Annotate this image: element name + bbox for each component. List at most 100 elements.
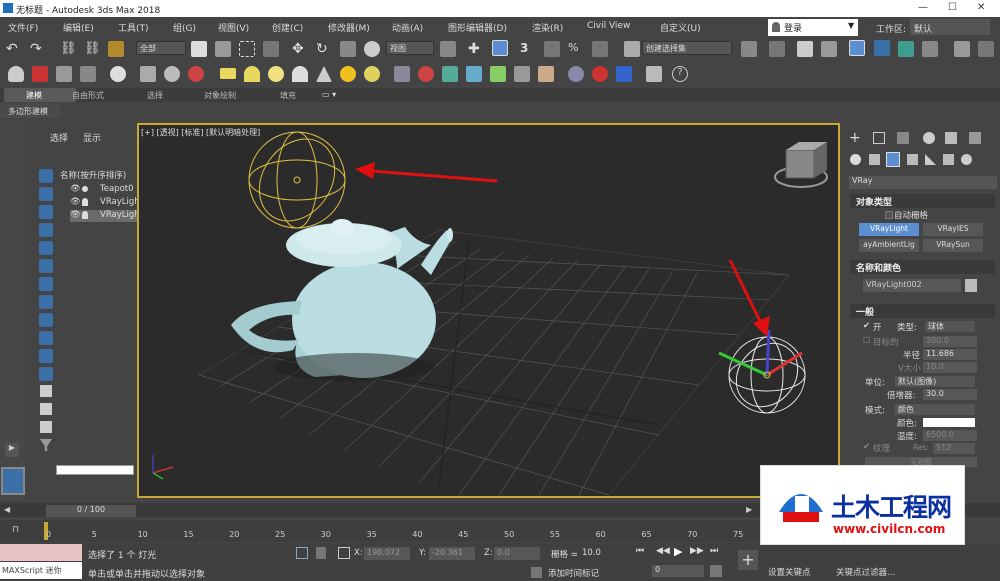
menu-views[interactable]: 视图(V) xyxy=(218,21,249,34)
absolute-mode-icon[interactable] xyxy=(338,547,350,559)
display-all-icon[interactable] xyxy=(40,385,52,397)
document-icon[interactable] xyxy=(646,66,662,82)
edit-named-sel-icon[interactable] xyxy=(624,41,640,57)
dome-light-icon[interactable] xyxy=(244,66,260,82)
menu-graph-editors[interactable]: 图形编辑器(D) xyxy=(448,21,507,34)
render-icon[interactable] xyxy=(32,66,48,82)
sphere-light-icon[interactable] xyxy=(268,66,284,82)
vrayies-button[interactable]: VRayIES xyxy=(923,223,983,236)
set-key-icon[interactable]: + xyxy=(738,550,758,570)
systems-icon[interactable] xyxy=(961,154,972,165)
vraylight-button[interactable]: VRayLight xyxy=(859,223,919,236)
sky-icon[interactable] xyxy=(364,66,380,82)
menu-group[interactable]: 组(G) xyxy=(173,21,196,34)
material-editor-icon[interactable] xyxy=(922,41,938,57)
lights-filter-icon[interactable] xyxy=(39,205,53,219)
toggle-scene-explorer-icon[interactable] xyxy=(797,41,813,57)
light-lister-icon[interactable] xyxy=(110,66,126,82)
window-crossing-icon[interactable] xyxy=(263,41,279,57)
batch-render-icon[interactable] xyxy=(616,66,632,82)
cameras-filter-icon[interactable] xyxy=(39,223,53,237)
play-icon[interactable]: ▶ xyxy=(674,545,682,558)
general-rollout[interactable]: 一般 xyxy=(850,304,995,318)
x-coordinate-field[interactable]: 190.072 xyxy=(364,547,410,560)
scale-icon[interactable] xyxy=(340,41,356,57)
targeted-checkbox[interactable]: ☐ xyxy=(863,336,871,346)
bones-filter-icon[interactable] xyxy=(39,313,53,327)
workspace-selector[interactable]: 工作区: 默认 xyxy=(872,19,1000,36)
key-filters-button[interactable]: 关键点过滤器... xyxy=(836,566,895,578)
current-frame-field[interactable]: 0 xyxy=(652,565,704,577)
time-config-icon[interactable] xyxy=(710,565,722,577)
visibility-icon[interactable]: 👁 xyxy=(70,184,81,194)
ribbon-tab-object-paint[interactable]: 对象绘制 xyxy=(204,90,236,101)
menu-create[interactable]: 创建(C) xyxy=(272,21,303,34)
perspective-viewport[interactable] xyxy=(137,123,840,498)
containers-filter-icon[interactable] xyxy=(39,331,53,345)
vraysun-button[interactable]: VRaySun xyxy=(923,239,983,252)
select-by-name-icon[interactable] xyxy=(215,41,231,57)
tab-select[interactable]: 选择 xyxy=(50,131,68,144)
spinner-snap-icon[interactable] xyxy=(592,41,608,57)
mesh-light-icon[interactable] xyxy=(292,66,308,82)
menu-rendering[interactable]: 渲染(R) xyxy=(532,21,563,34)
close-icon[interactable]: ✕ xyxy=(977,2,985,13)
menu-edit[interactable]: 编辑(E) xyxy=(63,21,94,34)
category-dropdown[interactable]: VRay xyxy=(849,176,997,189)
pivot-center-icon[interactable] xyxy=(440,41,456,57)
target-distance-field[interactable]: 200.0 xyxy=(923,336,977,347)
autogrid-checkbox[interactable] xyxy=(885,211,893,219)
globe-icon[interactable] xyxy=(568,66,584,82)
expand-arrow-icon[interactable]: ▶ xyxy=(5,443,19,457)
geometry-icon[interactable] xyxy=(850,154,861,165)
schematic-view-icon[interactable] xyxy=(898,41,914,57)
menu-animation[interactable]: 动画(A) xyxy=(392,21,423,34)
proxy-icon[interactable] xyxy=(188,66,204,82)
set-key-button[interactable]: 设置关键点 xyxy=(768,566,811,578)
utilities-tab-icon[interactable] xyxy=(969,132,981,144)
sphere-icon[interactable] xyxy=(164,66,180,82)
camera-icon[interactable] xyxy=(140,66,156,82)
menu-civil-view[interactable]: Civil View xyxy=(587,21,630,31)
texture-checkbox[interactable]: ✔ xyxy=(863,442,870,452)
viewport-layout-icon[interactable] xyxy=(1,467,25,495)
select-object-icon[interactable] xyxy=(191,41,207,57)
helpers-filter-icon[interactable] xyxy=(39,241,53,255)
angle-snap-icon[interactable] xyxy=(544,41,560,57)
spacewarps-filter-icon[interactable] xyxy=(39,259,53,273)
modify-tab-icon[interactable] xyxy=(873,132,885,144)
filter-icon[interactable] xyxy=(39,169,53,183)
visibility-icon[interactable]: 👁 xyxy=(70,197,81,207)
bind-spacewarp-icon[interactable] xyxy=(108,41,124,57)
helpers-icon[interactable] xyxy=(925,154,936,165)
ribbon-tab-freeform[interactable]: 自由形式 xyxy=(72,90,104,101)
on-checkbox[interactable]: ✔ xyxy=(863,321,870,331)
viewcube-icon[interactable] xyxy=(774,142,828,188)
isolate-selection-icon[interactable] xyxy=(296,547,308,559)
keyboard-override-icon[interactable] xyxy=(492,40,508,56)
vrayambientlight-button[interactable]: ayAmbientLig xyxy=(859,239,919,252)
menu-customize[interactable]: 自定义(U) xyxy=(660,21,701,34)
menu-tools[interactable]: 工具(T) xyxy=(118,21,149,34)
move-icon[interactable]: ✥ xyxy=(292,41,308,57)
rotate-icon[interactable]: ↻ xyxy=(316,41,332,57)
select-manipulate-icon[interactable]: ✚ xyxy=(468,41,484,57)
rect-selection-icon[interactable] xyxy=(239,41,255,57)
percent-snap-icon[interactable]: % xyxy=(568,41,584,57)
login-dropdown[interactable]: 登录 ▼ xyxy=(768,19,858,36)
go-to-end-icon[interactable]: ⏭ xyxy=(710,546,718,556)
lights-icon[interactable] xyxy=(886,152,900,167)
vfb-icon[interactable] xyxy=(592,66,608,82)
object-type-rollout[interactable]: 对象类型 xyxy=(850,194,995,208)
y-coordinate-field[interactable]: -20.361 xyxy=(429,547,475,560)
named-selection-dropdown[interactable]: 创建选择集 xyxy=(642,41,732,55)
xrefs-filter-icon[interactable] xyxy=(39,295,53,309)
workspace-value[interactable]: 默认 xyxy=(910,19,990,35)
units-dropdown[interactable]: 默认(图像) xyxy=(895,376,975,387)
vsize-field[interactable]: 10.0 xyxy=(923,362,977,373)
type-dropdown[interactable]: 球体 xyxy=(925,321,975,332)
ribbon-tab-populate[interactable]: 填充 xyxy=(280,90,296,101)
scene-converter-icon[interactable] xyxy=(442,66,458,82)
mode-dropdown[interactable]: 颜色 xyxy=(895,404,975,415)
display-tab-icon[interactable] xyxy=(945,132,957,144)
